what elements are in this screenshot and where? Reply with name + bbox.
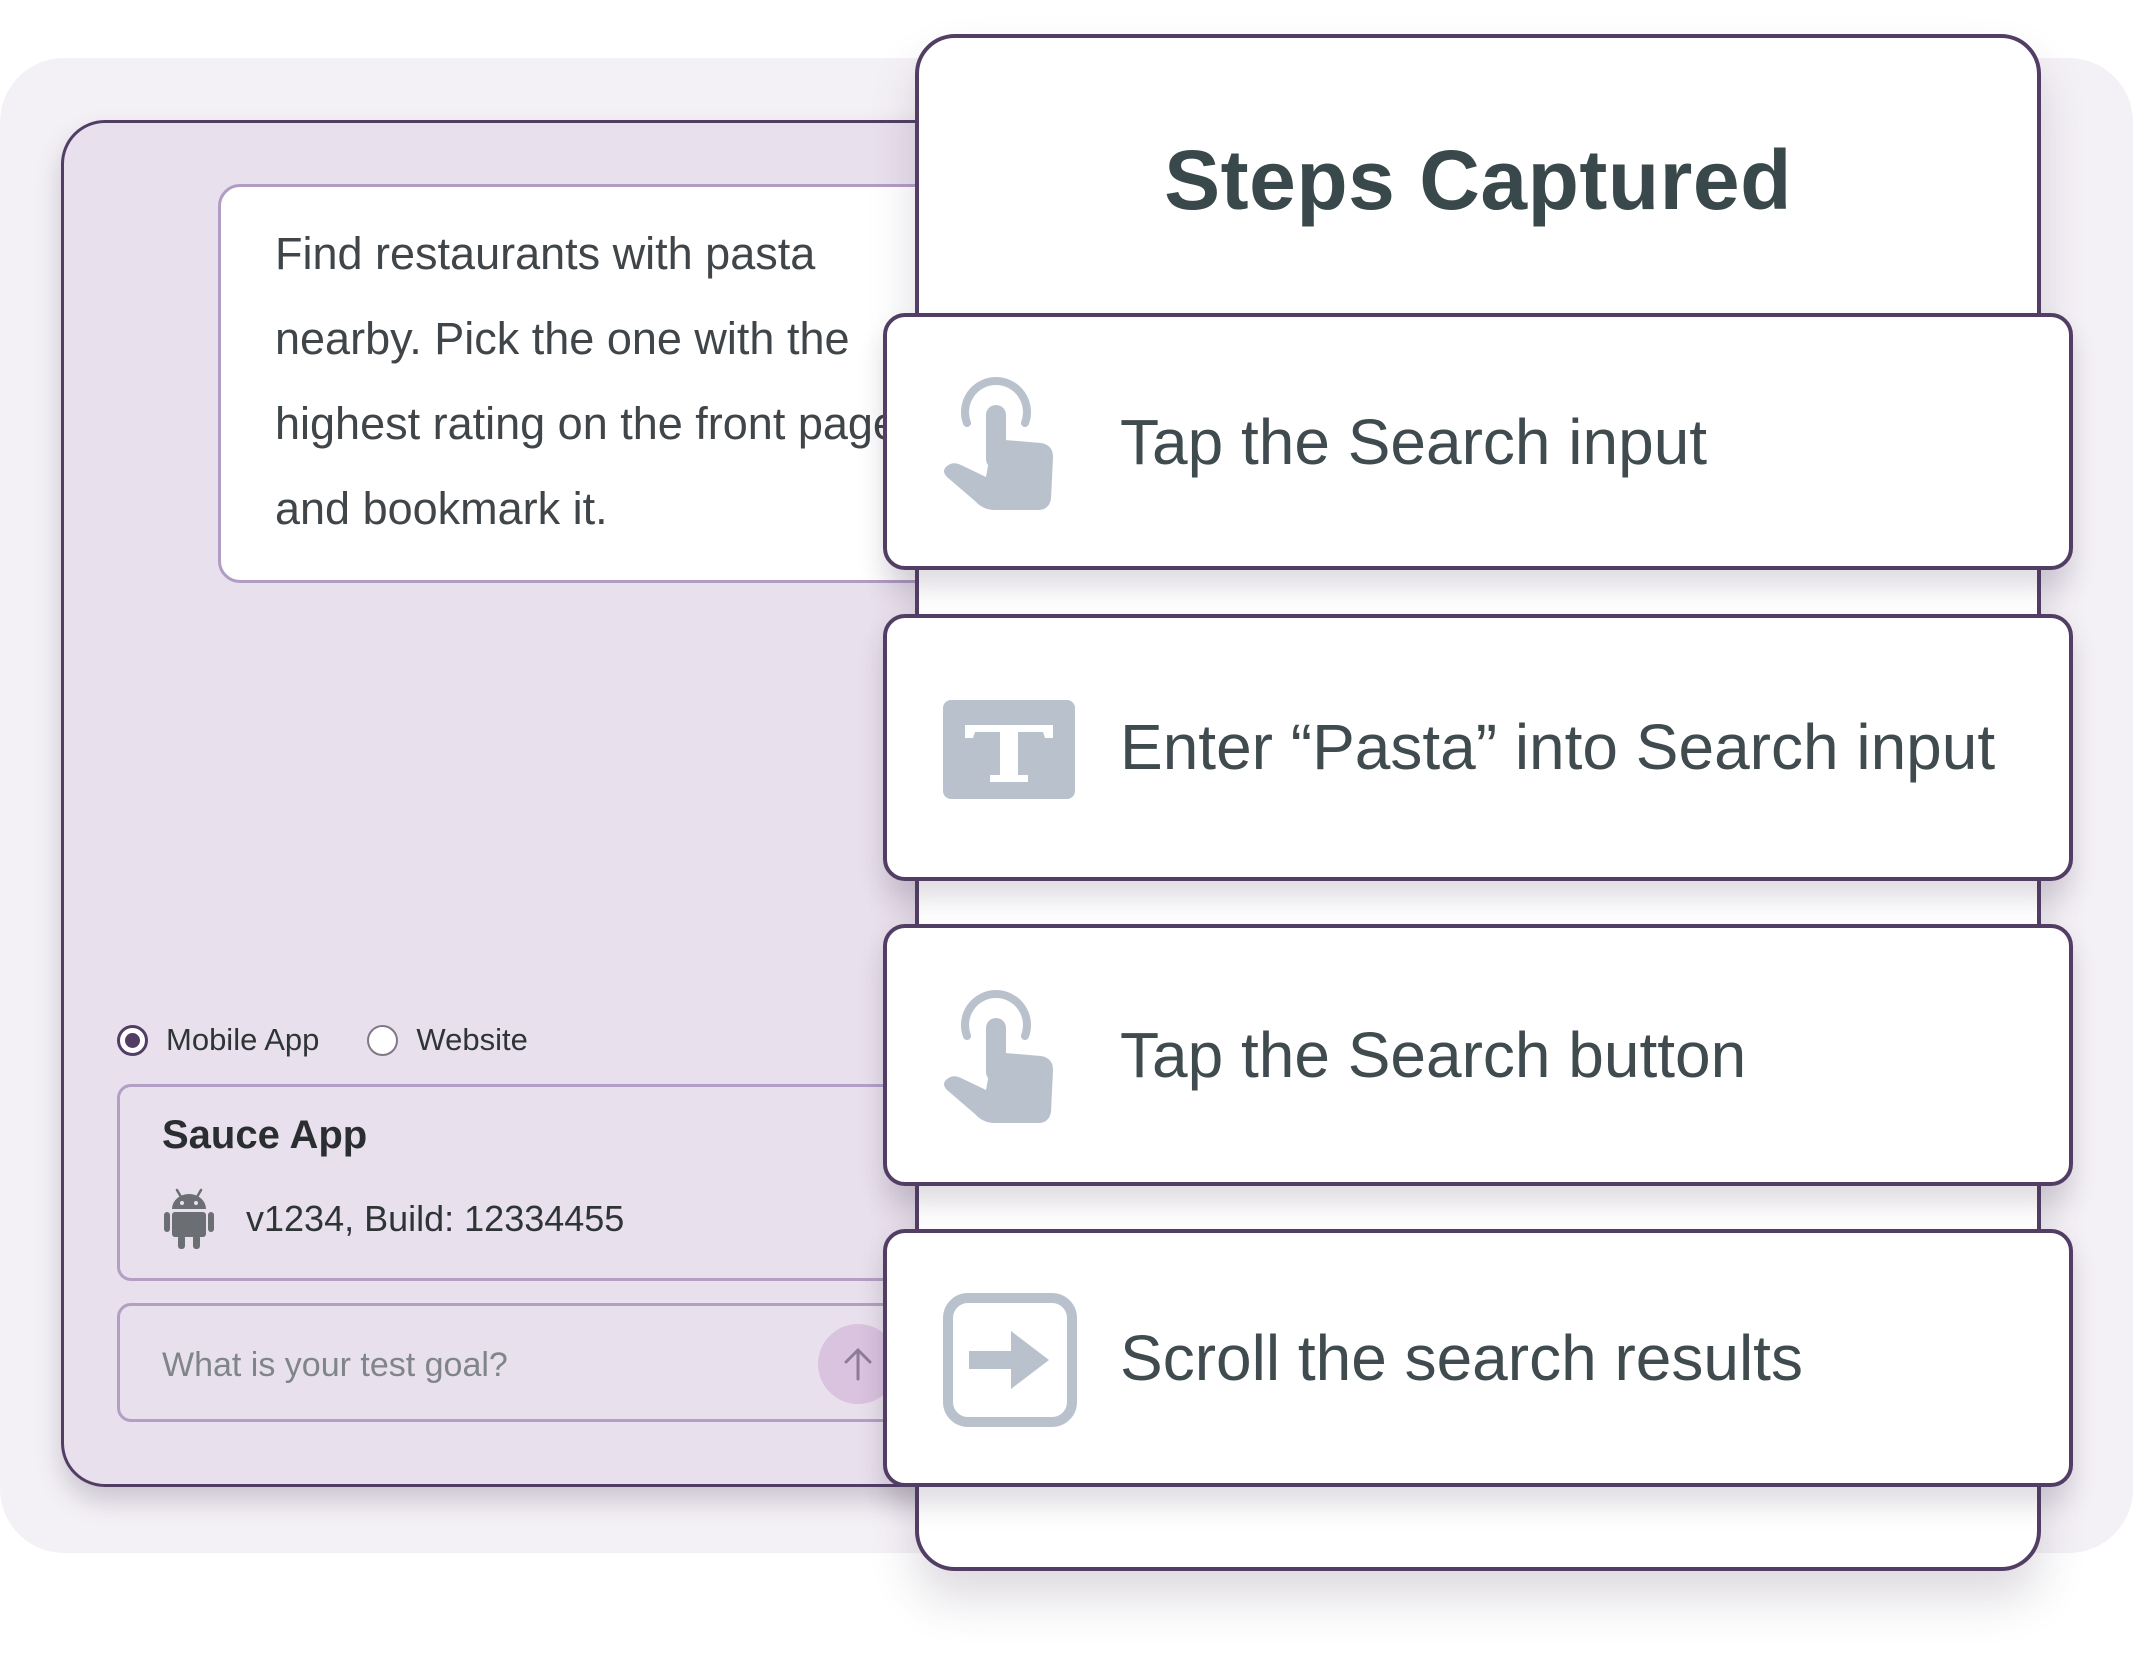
tap-icon: [944, 377, 1053, 510]
arrow-up-icon: [844, 1348, 872, 1381]
text-input-icon: [943, 700, 1075, 799]
goal-input-box: [117, 1303, 1017, 1422]
radio-mobile-app-label[interactable]: Mobile App: [166, 1022, 319, 1058]
tap-icon: [944, 990, 1053, 1123]
scroll-icon: [943, 1293, 1077, 1427]
step-card-4[interactable]: Scroll the search results: [883, 1229, 2073, 1487]
stage: Find restaurants with pasta nearby. Pick…: [0, 0, 2133, 1669]
radio-website[interactable]: [367, 1024, 399, 1056]
step-label-1: Tap the Search input: [1120, 406, 1708, 478]
step-card-1[interactable]: Tap the Search input: [883, 313, 2073, 570]
platform-selector: Mobile App Website: [117, 1020, 576, 1060]
steps-title: Steps Captured: [1164, 133, 1792, 227]
radio-mobile-app[interactable]: [117, 1024, 148, 1056]
android-icon: [164, 1188, 214, 1249]
app-card[interactable]: Sauce App v1234, Build: 12334455: [117, 1084, 1017, 1281]
step-card-2[interactable]: Enter “Pasta” into Search input: [883, 614, 2073, 881]
step-label-2: Enter “Pasta” into Search input: [1120, 711, 1996, 783]
step-label-4: Scroll the search results: [1120, 1322, 1803, 1394]
step-label-3: Tap the Search button: [1120, 1019, 1747, 1091]
app-version: v1234, Build: 12334455: [246, 1198, 625, 1239]
app-name: Sauce App: [162, 1113, 368, 1157]
radio-website-label[interactable]: Website: [416, 1022, 527, 1058]
step-card-3[interactable]: Tap the Search button: [883, 924, 2073, 1186]
prompt-text: Find restaurants with pasta nearby. Pick…: [275, 228, 898, 534]
test-goal-input[interactable]: [160, 1340, 860, 1390]
